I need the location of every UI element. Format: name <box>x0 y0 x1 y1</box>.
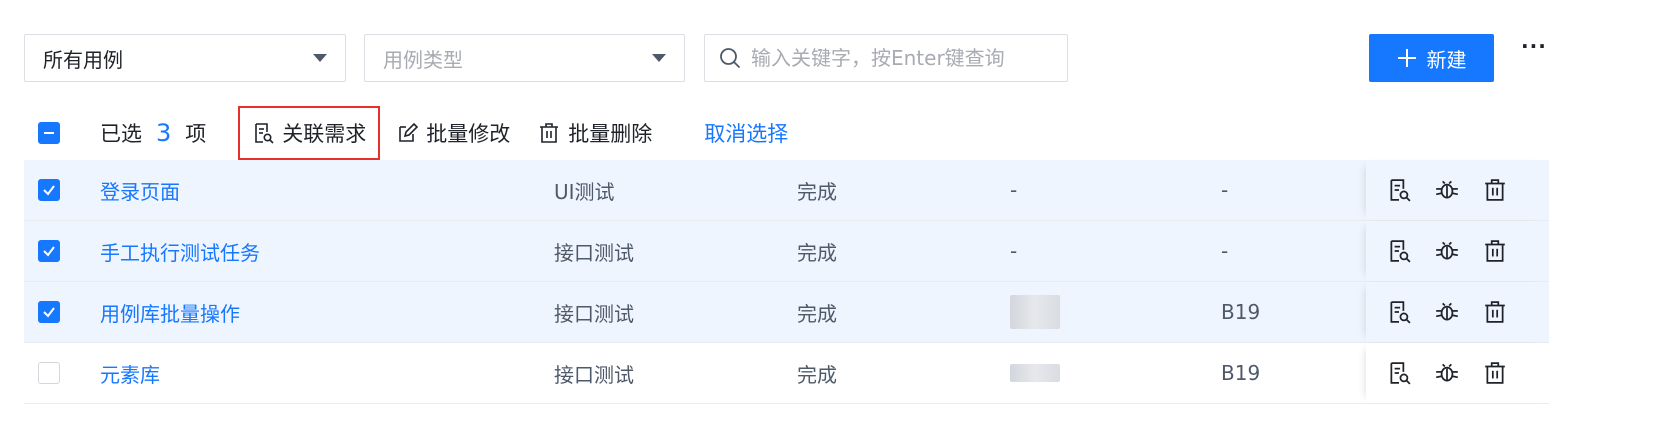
search-input[interactable] <box>749 45 1053 71</box>
chevron-down-icon <box>313 54 327 62</box>
batch-toolbar: 已选 3 项 关联需求 批量修改 批量删除 取消选择 <box>24 106 788 160</box>
delete-icon[interactable] <box>1482 299 1508 325</box>
batch-edit-label: 批量修改 <box>426 122 511 146</box>
case-status: 完成 <box>797 362 837 387</box>
delete-icon[interactable] <box>1482 177 1508 203</box>
chevron-down-icon <box>652 54 666 62</box>
avatar <box>1010 364 1060 382</box>
row-checkbox[interactable] <box>38 179 60 201</box>
bug-icon[interactable] <box>1434 238 1460 264</box>
case-owner: - <box>1010 178 1018 202</box>
row-actions <box>1366 282 1549 342</box>
case-table: 登录页面 UI测试 完成 - - 手工执行测试任务 接口测试 完成 - - 用例… <box>24 160 1549 404</box>
case-name-link[interactable]: 元素库 <box>100 343 160 403</box>
selected-suffix: 项 <box>185 122 207 146</box>
case-status: 完成 <box>797 240 837 265</box>
delete-icon[interactable] <box>1482 360 1508 386</box>
case-owner: - <box>1010 239 1018 263</box>
bug-icon[interactable] <box>1434 299 1460 325</box>
batch-delete-button[interactable]: 批量删除 <box>538 118 652 148</box>
delete-icon[interactable] <box>1482 238 1508 264</box>
link-requirement-icon <box>252 122 274 144</box>
row-checkbox[interactable] <box>38 240 60 262</box>
more-menu-button[interactable]: ··· <box>1521 34 1547 58</box>
row-checkbox[interactable] <box>38 301 60 323</box>
case-type-placeholder: 用例类型 <box>383 47 463 72</box>
case-version: B19 <box>1221 361 1261 385</box>
case-type: UI测试 <box>554 179 615 204</box>
case-name-link[interactable]: 手工执行测试任务 <box>100 221 260 281</box>
cancel-selection-link[interactable]: 取消选择 <box>704 118 788 148</box>
case-version: - <box>1221 178 1229 202</box>
link-requirement-button[interactable]: 关联需求 <box>238 106 381 160</box>
edit-icon <box>396 122 419 144</box>
new-button[interactable]: 新建 <box>1369 34 1494 82</box>
more-icon: ··· <box>1521 34 1547 58</box>
case-status: 完成 <box>797 179 837 204</box>
case-status: 完成 <box>797 301 837 326</box>
case-version: B19 <box>1221 300 1261 324</box>
link-requirement-icon[interactable] <box>1386 360 1412 386</box>
case-version: - <box>1221 239 1229 263</box>
batch-delete-label: 批量删除 <box>568 122 653 146</box>
case-name-link[interactable]: 登录页面 <box>100 160 180 220</box>
delete-icon <box>538 122 560 144</box>
case-type: 接口测试 <box>554 301 634 326</box>
bug-icon[interactable] <box>1434 177 1460 203</box>
link-requirement-label: 关联需求 <box>282 122 367 146</box>
table-row: 元素库 接口测试 完成 B19 <box>24 343 1549 404</box>
case-type-select[interactable]: 用例类型 <box>364 34 685 82</box>
avatar <box>1010 295 1060 329</box>
row-checkbox[interactable] <box>38 362 60 384</box>
case-owner <box>1010 282 1060 342</box>
plus-icon <box>1397 48 1417 68</box>
select-all-checkbox[interactable] <box>38 122 60 144</box>
link-requirement-icon[interactable] <box>1386 238 1412 264</box>
case-type: 接口测试 <box>554 362 634 387</box>
table-row: 登录页面 UI测试 完成 - - <box>24 160 1549 221</box>
search-box <box>704 34 1068 82</box>
case-name-link[interactable]: 用例库批量操作 <box>100 282 240 342</box>
scope-select-value: 所有用例 <box>43 47 123 72</box>
batch-edit-button[interactable]: 批量修改 <box>396 118 510 148</box>
row-actions <box>1366 221 1549 281</box>
selected-prefix: 已选 <box>100 122 142 146</box>
row-actions <box>1366 343 1549 403</box>
selected-count: 3 <box>156 119 172 147</box>
bug-icon[interactable] <box>1434 360 1460 386</box>
scope-select[interactable]: 所有用例 <box>24 34 346 82</box>
case-owner <box>1010 343 1060 403</box>
table-row: 用例库批量操作 接口测试 完成 B19 <box>24 282 1549 343</box>
table-row: 手工执行测试任务 接口测试 完成 - - <box>24 221 1549 282</box>
search-icon <box>719 47 741 69</box>
link-requirement-icon[interactable] <box>1386 299 1412 325</box>
new-button-label: 新建 <box>1426 47 1467 72</box>
link-requirement-icon[interactable] <box>1386 177 1412 203</box>
row-actions <box>1366 160 1549 220</box>
case-type: 接口测试 <box>554 240 634 265</box>
